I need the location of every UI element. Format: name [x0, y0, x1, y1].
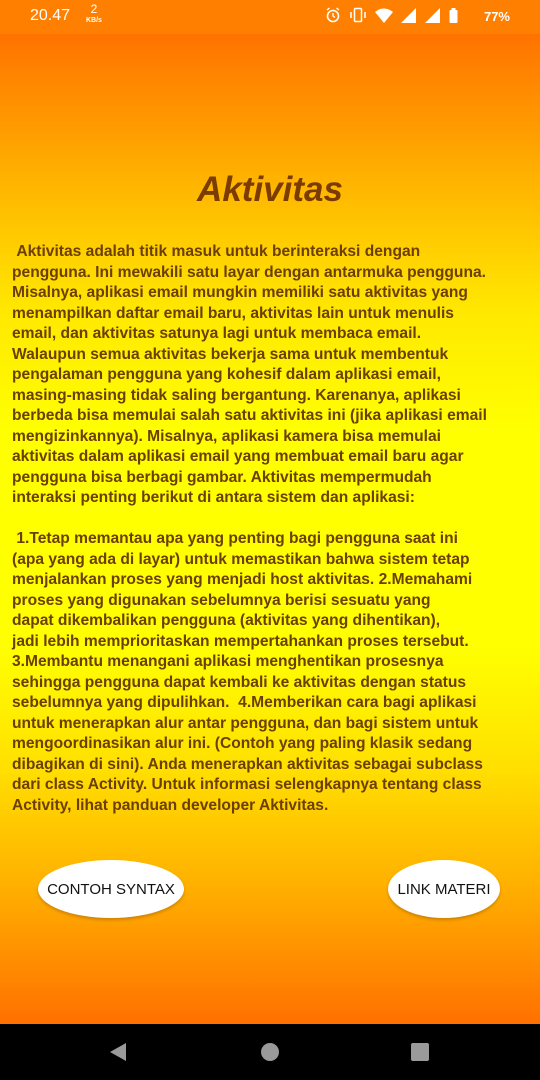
contoh-syntax-button[interactable]: CONTOH SYNTAX	[38, 860, 184, 918]
network-speed: 2 KB/s	[86, 2, 102, 26]
status-time: 20.47	[30, 7, 71, 24]
battery-percent: 77%	[483, 9, 510, 24]
description-text: Aktivitas adalah titik masuk untuk berin…	[12, 243, 487, 814]
vibrate-icon	[350, 7, 366, 23]
battery-icon	[449, 7, 458, 23]
network-speed-value: 2	[90, 2, 98, 16]
page-title: Aktivitas	[197, 170, 343, 209]
alarm-icon	[326, 7, 340, 23]
signal-icon	[401, 7, 416, 23]
back-icon[interactable]	[108, 1042, 128, 1062]
status-bar: 20.47 2 KB/s 77%	[0, 0, 540, 34]
network-speed-unit: KB/s	[86, 17, 102, 24]
main-content: Aktivitas Aktivitas adalah titik masuk u…	[0, 34, 540, 1024]
wifi-icon	[375, 8, 393, 23]
link-materi-button[interactable]: LINK MATERI	[388, 860, 500, 918]
signal-r-icon	[425, 7, 440, 23]
recents-icon[interactable]	[410, 1042, 430, 1062]
status-icons	[325, 7, 458, 23]
navigation-bar	[0, 1024, 540, 1080]
home-icon[interactable]	[260, 1042, 280, 1062]
